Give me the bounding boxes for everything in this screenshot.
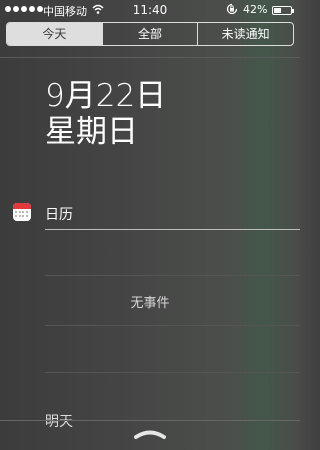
calendar-hour-line [45, 275, 300, 276]
calendar-icon [13, 203, 31, 221]
calendar-hour-line [45, 372, 300, 373]
tab-missed[interactable]: 未读通知 [198, 23, 293, 45]
notification-center-tabs: 今天 全部 未读通知 [6, 22, 294, 46]
status-bar: 中国移动 11:40 42% [0, 0, 300, 20]
divider [0, 57, 300, 58]
calendar-hour-line [45, 325, 300, 326]
bottom-divider [0, 420, 300, 421]
today-date: 9月22日 [45, 78, 167, 114]
today-weekday: 星期日 [45, 114, 138, 150]
tab-all[interactable]: 全部 [103, 23, 199, 45]
battery-icon [272, 6, 294, 15]
calendar-section-title: 日历 [45, 207, 73, 223]
pull-up-handle-icon[interactable] [130, 426, 170, 442]
tomorrow-section-title: 明天 [45, 414, 73, 430]
battery-percent: 42% [243, 3, 268, 16]
tab-today[interactable]: 今天 [7, 23, 103, 45]
calendar-divider [45, 229, 300, 230]
no-events-label: 无事件 [130, 296, 170, 311]
orientation-lock-icon [226, 3, 238, 15]
